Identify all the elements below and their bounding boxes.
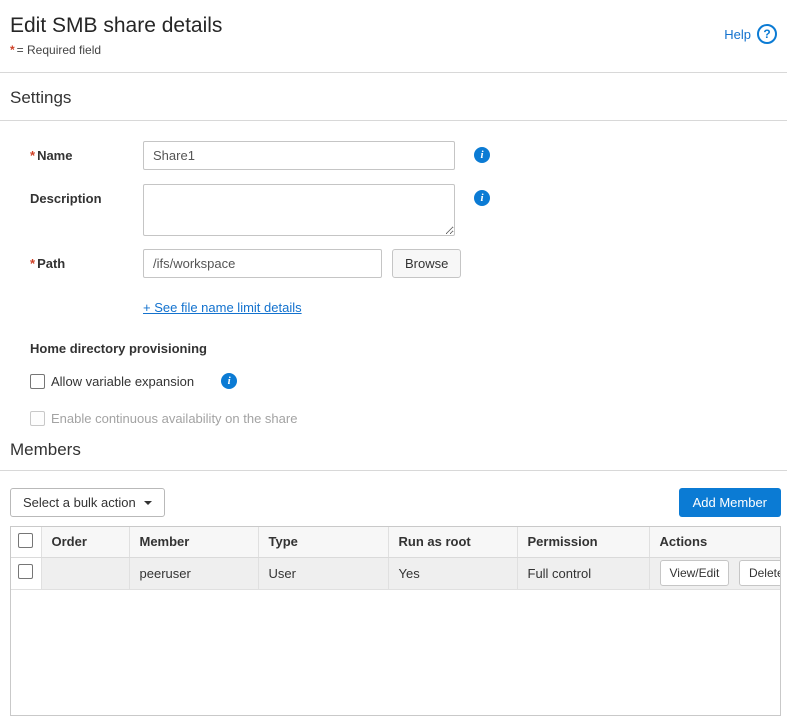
page-header: Edit SMB share details *= Required field… (0, 0, 787, 72)
row-select-cell (11, 557, 41, 589)
name-input[interactable] (143, 141, 455, 170)
table-header-row: Order Member Type Run as root Permission… (11, 527, 780, 557)
bulk-action-dropdown[interactable]: Select a bulk action (10, 488, 165, 517)
members-table-container: Order Member Type Run as root Permission… (10, 526, 781, 716)
column-header-order: Order (41, 527, 129, 557)
name-info-icon[interactable]: i (474, 147, 490, 163)
browse-button[interactable]: Browse (392, 249, 461, 278)
allow-variable-expansion-row: Allow variable expansion i (30, 373, 787, 389)
row-type-cell: User (258, 557, 388, 589)
file-name-limit-link[interactable]: + See file name limit details (143, 300, 302, 315)
continuous-availability-row: Enable continuous availability on the sh… (30, 411, 787, 426)
required-field-note: *= Required field (10, 43, 777, 57)
path-row: *Path Browse (30, 249, 787, 278)
row-order-cell (41, 557, 129, 589)
description-row: Description i (30, 184, 787, 236)
row-member-cell: peeruser (129, 557, 258, 589)
members-table: Order Member Type Run as root Permission… (11, 527, 780, 590)
required-note-text: = Required field (17, 43, 101, 57)
required-asterisk: * (10, 43, 15, 57)
settings-form: *Name i Description i *Path Browse + See… (0, 141, 787, 426)
name-required-asterisk: * (30, 148, 35, 163)
delete-button[interactable]: Delete (739, 560, 780, 586)
members-toolbar: Select a bulk action Add Member (0, 471, 787, 517)
bulk-action-label: Select a bulk action (23, 495, 136, 510)
select-all-checkbox[interactable] (18, 533, 33, 548)
row-run-as-root-cell: Yes (388, 557, 517, 589)
row-select-checkbox[interactable] (18, 564, 33, 579)
allow-variable-expansion-info-icon[interactable]: i (221, 373, 237, 389)
settings-divider (0, 120, 787, 121)
members-section-title: Members (0, 426, 787, 470)
name-row: *Name i (30, 141, 787, 170)
description-info-icon[interactable]: i (474, 190, 490, 206)
path-label: *Path (30, 249, 143, 271)
description-input[interactable] (143, 184, 455, 236)
row-actions-cell: View/Edit Delete (649, 557, 780, 589)
column-header-run-as-root: Run as root (388, 527, 517, 557)
row-permission-cell: Full control (517, 557, 649, 589)
caret-down-icon (144, 501, 152, 505)
home-directory-provisioning-label: Home directory provisioning (30, 341, 787, 356)
column-header-member: Member (129, 527, 258, 557)
help-link[interactable]: Help ? (724, 24, 777, 44)
continuous-availability-checkbox (30, 411, 45, 426)
continuous-availability-label: Enable continuous availability on the sh… (51, 411, 297, 426)
column-header-actions: Actions (649, 527, 780, 557)
allow-variable-expansion-label[interactable]: Allow variable expansion (51, 374, 194, 389)
allow-variable-expansion-checkbox[interactable] (30, 374, 45, 389)
column-header-type: Type (258, 527, 388, 557)
add-member-button[interactable]: Add Member (679, 488, 781, 517)
path-required-asterisk: * (30, 256, 35, 271)
help-question-icon[interactable]: ? (757, 24, 777, 44)
settings-section-title: Settings (0, 73, 787, 120)
description-label: Description (30, 184, 143, 206)
help-label[interactable]: Help (724, 27, 751, 42)
column-header-permission: Permission (517, 527, 649, 557)
table-row: peeruser User Yes Full control View/Edit… (11, 557, 780, 589)
page-title: Edit SMB share details (10, 13, 777, 38)
name-label: *Name (30, 141, 143, 163)
path-input[interactable] (143, 249, 382, 278)
select-all-cell (11, 527, 41, 557)
view-edit-button[interactable]: View/Edit (660, 560, 730, 586)
